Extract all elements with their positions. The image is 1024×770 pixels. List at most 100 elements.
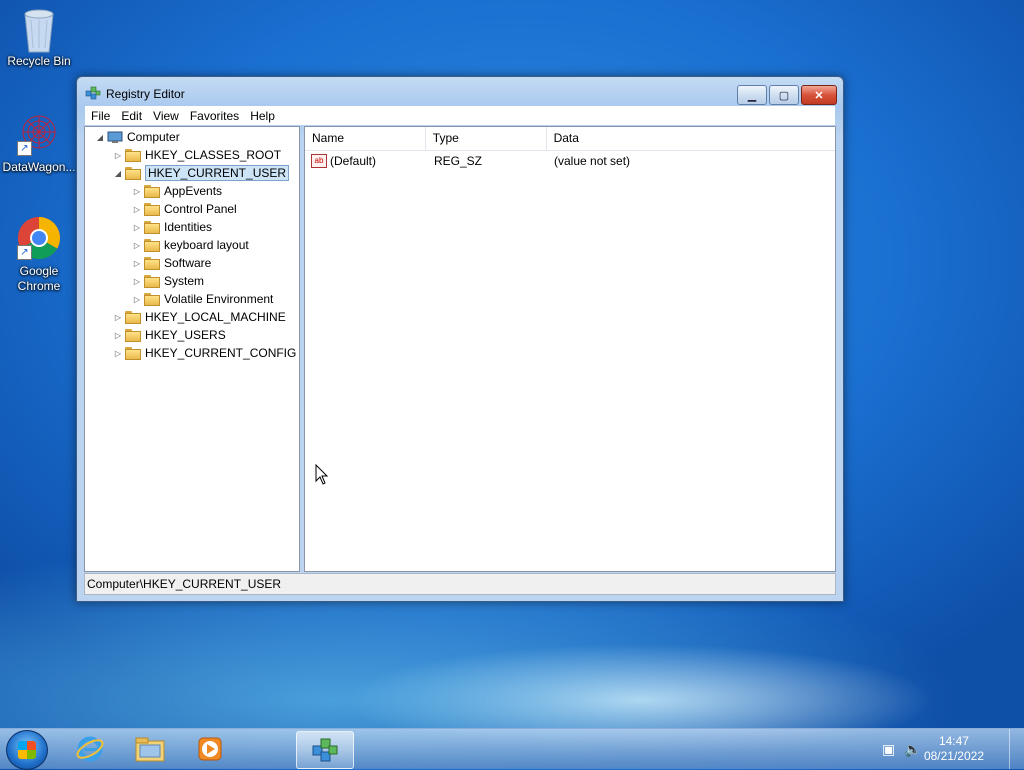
taskbar: ▣ 🔈 14:47 08/21/2022: [0, 728, 1024, 770]
tree-node-hkcr[interactable]: ▷ HKEY_CLASSES_ROOT: [113, 146, 281, 164]
menu-file[interactable]: File: [86, 109, 115, 123]
expand-arrow-icon[interactable]: ▷: [113, 151, 123, 160]
media-player-icon: [198, 737, 222, 761]
desktop-icon-chrome[interactable]: ↗ Google Chrome: [0, 216, 78, 294]
tree-node-label: Volatile Environment: [164, 292, 274, 306]
network-icon[interactable]: ▣: [882, 741, 895, 758]
folder-icon: [144, 274, 160, 288]
taskbar-media-player[interactable]: [182, 731, 238, 767]
expand-arrow-icon[interactable]: ▷: [132, 259, 142, 268]
registry-editor-window: Registry Editor ▁ ▢ ✕ File Edit View Fav…: [76, 76, 844, 602]
expand-arrow-icon[interactable]: ▷: [132, 223, 142, 232]
tree-node-system[interactable]: ▷ System: [132, 272, 204, 290]
regedit-icon: [312, 738, 338, 762]
value-name: (Default): [330, 154, 377, 168]
window-title: Registry Editor: [106, 87, 185, 101]
expand-arrow-icon[interactable]: ▷: [132, 205, 142, 214]
expand-arrow-icon[interactable]: ▷: [132, 295, 142, 304]
folder-icon: [125, 310, 141, 324]
column-header-name[interactable]: Name: [305, 127, 426, 150]
expand-arrow-icon[interactable]: ▷: [132, 241, 142, 250]
menu-view[interactable]: View: [148, 109, 184, 123]
desktop-icon-recycle-bin[interactable]: Recycle Bin: [0, 6, 78, 69]
folder-open-icon: [125, 166, 141, 180]
maximize-button[interactable]: ▢: [769, 85, 799, 105]
expand-arrow-icon[interactable]: ▷: [113, 331, 123, 340]
collapse-arrow-icon[interactable]: ◢: [113, 169, 123, 178]
internet-explorer-icon: [76, 736, 104, 762]
maximize-icon: ▢: [778, 89, 790, 102]
value-type: REG_SZ: [434, 154, 483, 168]
tree-node-hklm[interactable]: ▷ HKEY_LOCAL_MACHINE: [113, 308, 286, 326]
tree-node-label-selected: HKEY_CURRENT_USER: [145, 165, 290, 181]
folder-icon: [125, 148, 141, 162]
computer-icon: [107, 131, 123, 144]
menu-favorites[interactable]: Favorites: [185, 109, 244, 123]
desktop-icon-datawagon[interactable]: ↗ DataWagon...: [0, 112, 78, 175]
values-list[interactable]: Name Type Data ab (Default) REG_SZ (valu…: [304, 126, 836, 572]
expand-arrow-icon[interactable]: ▷: [132, 277, 142, 286]
clock-time: 14:47: [938, 734, 969, 748]
minimize-icon: ▁: [747, 89, 757, 102]
desktop-icon-label: Google Chrome: [17, 264, 61, 293]
tree-node-keyboard-layout[interactable]: ▷ keyboard layout: [132, 236, 249, 254]
close-icon: ✕: [814, 89, 824, 102]
show-desktop-button[interactable]: [1009, 729, 1024, 769]
tree-node-control-panel[interactable]: ▷ Control Panel: [132, 200, 237, 218]
tree-node-identities[interactable]: ▷ Identities: [132, 218, 212, 236]
collapse-arrow-icon[interactable]: ◢: [95, 133, 105, 142]
expand-arrow-icon[interactable]: ▷: [132, 187, 142, 196]
value-row[interactable]: ab (Default) REG_SZ (value not set): [305, 151, 630, 171]
tree-node-label: HKEY_LOCAL_MACHINE: [145, 310, 286, 324]
folder-icon: [144, 238, 160, 252]
file-explorer-icon: [135, 737, 165, 762]
tree-node-label: AppEvents: [164, 184, 223, 198]
taskbar-file-explorer[interactable]: [122, 731, 178, 767]
minimize-button[interactable]: ▁: [737, 85, 767, 105]
folder-icon: [144, 256, 160, 270]
tree-node-label: Control Panel: [164, 202, 237, 216]
volume-icon[interactable]: 🔈: [904, 741, 921, 758]
folder-icon: [125, 346, 141, 360]
tree-node-label: HKEY_CLASSES_ROOT: [145, 148, 282, 162]
list-header: Name Type Data: [305, 127, 835, 151]
string-value-icon: ab: [311, 154, 327, 168]
chrome-icon: ↗: [17, 216, 61, 260]
expand-arrow-icon[interactable]: ▷: [113, 349, 123, 358]
desktop-icon-label: DataWagon...: [2, 160, 76, 174]
windows-logo-icon: [18, 741, 36, 759]
key-tree[interactable]: ◢ Computer ▷ HKEY_CLASSES_ROOT ◢ HKEY_CU…: [84, 126, 300, 572]
shortcut-arrow-icon: ↗: [17, 141, 32, 156]
clock-date: 08/21/2022: [923, 749, 984, 763]
menu-edit[interactable]: Edit: [116, 109, 147, 123]
taskbar-registry-editor[interactable]: [296, 731, 354, 769]
datawagon-icon: ↗: [17, 112, 61, 156]
column-header-data[interactable]: Data: [547, 127, 835, 150]
taskbar-internet-explorer[interactable]: [62, 731, 118, 767]
menu-bar: File Edit View Favorites Help: [85, 106, 835, 125]
title-bar[interactable]: Registry Editor ▁ ▢ ✕: [77, 77, 843, 107]
tree-node-label: Software: [164, 256, 212, 270]
folder-icon: [125, 328, 141, 342]
value-data: (value not set): [554, 154, 631, 168]
tree-node-hkcu[interactable]: ◢ HKEY_CURRENT_USER: [113, 164, 290, 182]
tree-node-hku[interactable]: ▷ HKEY_USERS: [113, 326, 226, 344]
tree-node-software[interactable]: ▷ Software: [132, 254, 211, 272]
menu-help[interactable]: Help: [245, 109, 280, 123]
tree-node-volatile-environment[interactable]: ▷ Volatile Environment: [132, 290, 273, 308]
column-header-type[interactable]: Type: [426, 127, 547, 150]
expand-arrow-icon[interactable]: ▷: [113, 313, 123, 322]
tree-node-label: System: [164, 274, 205, 288]
tree-node-hkcc[interactable]: ▷ HKEY_CURRENT_CONFIG: [113, 344, 296, 362]
folder-icon: [144, 202, 160, 216]
tree-node-label: HKEY_CURRENT_CONFIG: [145, 346, 297, 360]
status-path: Computer\HKEY_CURRENT_USER: [87, 577, 282, 591]
tree-node-label: HKEY_USERS: [145, 328, 226, 342]
clock[interactable]: 14:47 08/21/2022: [924, 734, 984, 764]
folder-icon: [144, 292, 160, 306]
start-button[interactable]: [6, 730, 48, 770]
regedit-icon: [85, 85, 101, 101]
tree-node-appevents[interactable]: ▷ AppEvents: [132, 182, 222, 200]
close-button[interactable]: ✕: [801, 85, 837, 105]
tree-node-computer[interactable]: ◢ Computer: [95, 128, 180, 146]
